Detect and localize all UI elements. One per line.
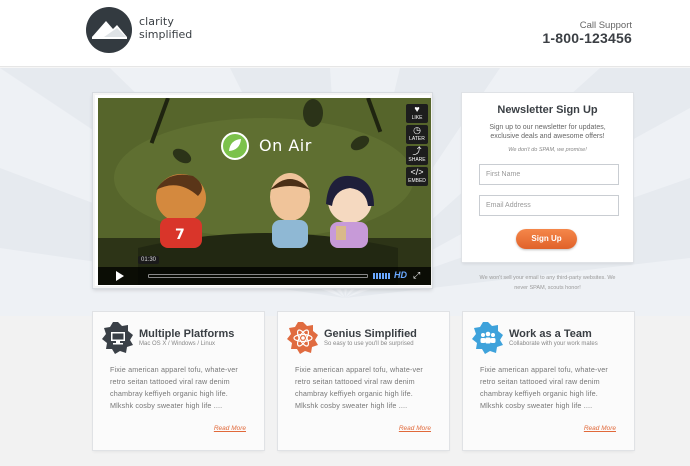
embed-label: EMBED — [408, 178, 426, 184]
fullscreen-icon[interactable]: ⤢ — [413, 270, 420, 281]
newsletter-card: Newsletter Sign Up Sign up to our newsle… — [462, 93, 633, 262]
feature-card-genius: Genius Simplified So easy to use you'll … — [278, 312, 449, 450]
share-icon: ⤴ — [412, 146, 422, 156]
atom-icon — [287, 322, 318, 354]
video-frame[interactable]: 7 ♥ LIKE ◷ LATER ⤴ SHARE </> EMBED On Ai… — [98, 98, 431, 285]
feature-title: Work as a Team — [509, 328, 592, 340]
email-field[interactable]: Email Address — [479, 195, 619, 216]
support-number[interactable]: 1-800-123456 — [542, 31, 632, 46]
play-icon[interactable] — [116, 271, 124, 281]
volume-icon[interactable] — [373, 273, 391, 279]
share-label: SHARE — [408, 157, 426, 163]
clock-icon: ◷ — [413, 125, 421, 135]
like-button[interactable]: ♥ LIKE — [406, 104, 428, 123]
video-player[interactable]: 7 ♥ LIKE ◷ LATER ⤴ SHARE </> EMBED On Ai… — [93, 93, 432, 288]
first-name-field[interactable]: First Name — [479, 164, 619, 185]
team-icon — [472, 322, 503, 354]
monitor-icon — [102, 322, 133, 354]
feature-subtitle: Mac OS X / Windows / Linux — [139, 341, 216, 347]
sign-up-button[interactable]: Sign Up — [516, 229, 577, 249]
mountain-logo-icon[interactable] — [86, 7, 132, 53]
feature-body: Fixie american apparel tofu, whate-ver r… — [295, 365, 423, 410]
newsletter-title: Newsletter Sign Up — [497, 104, 598, 116]
code-icon: </> — [410, 167, 424, 177]
on-air-text: On Air — [259, 136, 312, 155]
feature-body: Fixie american apparel tofu, whate-ver r… — [110, 365, 238, 410]
feature-subtitle: Collaborate with your work mates — [509, 341, 598, 347]
read-more-link[interactable]: Read More — [214, 425, 246, 432]
feature-card-platforms: Multiple Platforms Mac OS X / Windows / … — [93, 312, 264, 450]
hd-toggle[interactable]: HD — [394, 270, 407, 280]
svg-text:7: 7 — [175, 227, 185, 243]
feature-title: Multiple Platforms — [139, 328, 235, 340]
time-tooltip: 01:30 — [138, 256, 160, 264]
later-label: LATER — [409, 136, 425, 142]
read-more-link[interactable]: Read More — [399, 425, 431, 432]
heart-icon: ♥ — [414, 104, 420, 114]
no-spam-note: We don't do SPAM, we promise! — [508, 147, 587, 153]
read-more-link[interactable]: Read More — [584, 425, 616, 432]
progress-track[interactable] — [148, 274, 368, 278]
site-header: clarity simplified Call Support 1-800-12… — [0, 0, 690, 67]
feature-subtitle: So easy to use you'll be surprised — [324, 341, 414, 347]
share-button[interactable]: ⤴ SHARE — [406, 146, 428, 165]
brand-name[interactable]: clarity simplified — [139, 15, 192, 41]
call-support: Call Support 1-800-123456 — [542, 21, 632, 46]
later-button[interactable]: ◷ LATER — [406, 125, 428, 144]
brand-line1: clarity — [139, 15, 174, 28]
embed-button[interactable]: </> EMBED — [406, 167, 428, 186]
brand-line2: simplified — [139, 28, 193, 41]
newsletter-description: Sign up to our newsletter for updates, e… — [489, 124, 606, 140]
feature-card-team: Work as a Team Collaborate with your wor… — [463, 312, 634, 450]
video-controls: 01:30 HD ⤢ — [98, 256, 431, 285]
feature-title: Genius Simplified — [324, 328, 417, 340]
privacy-note: We won't sell your email to any third-pa… — [479, 275, 616, 291]
like-label: LIKE — [411, 115, 423, 121]
feature-body: Fixie american apparel tofu, whate-ver r… — [480, 365, 608, 410]
